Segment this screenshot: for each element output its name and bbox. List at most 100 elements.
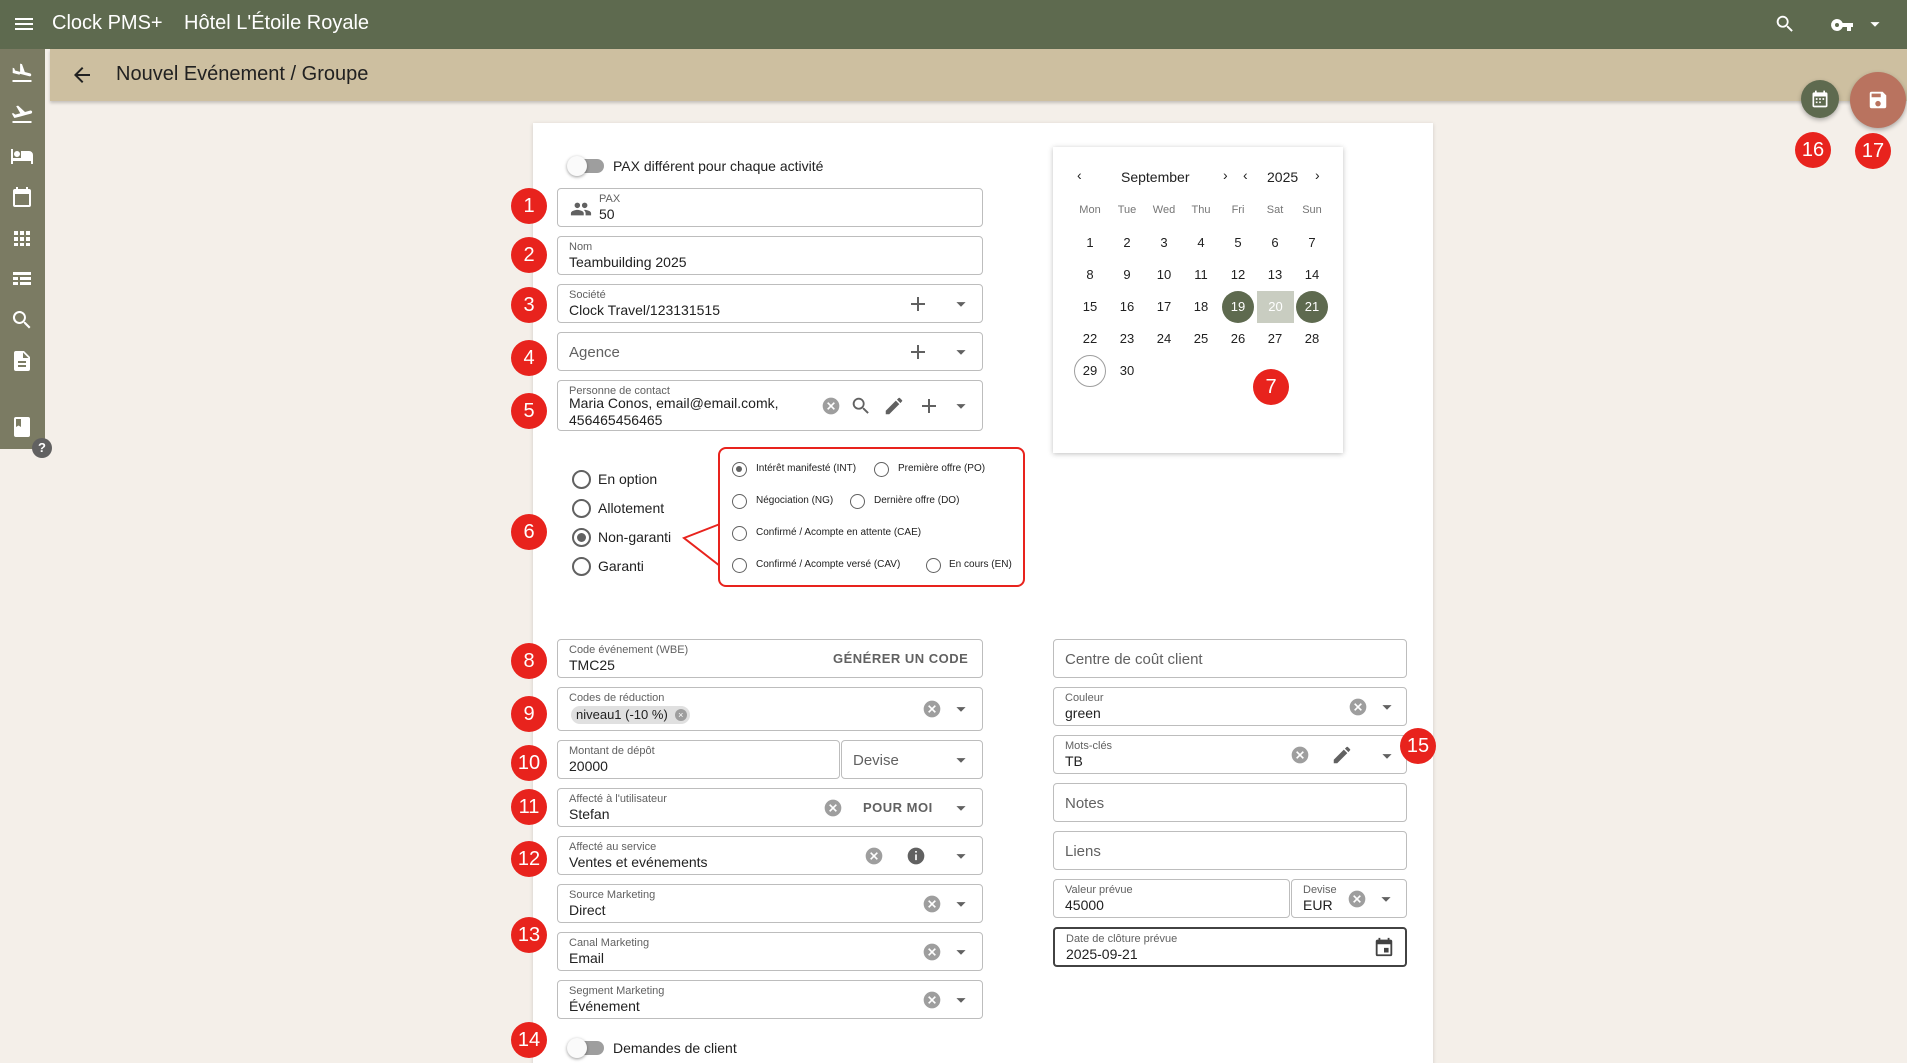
- pax-field[interactable]: PAX 50: [557, 188, 983, 227]
- sub-status-radio[interactable]: [732, 494, 747, 509]
- calendar-day[interactable]: 1: [1074, 227, 1106, 259]
- help-icon[interactable]: ?: [32, 438, 52, 458]
- key-icon[interactable]: [1830, 13, 1854, 42]
- add-icon[interactable]: [906, 340, 930, 364]
- devise-valeur-select[interactable]: Devise EUR: [1291, 879, 1407, 918]
- calendar-day[interactable]: 29: [1074, 355, 1106, 387]
- save-button[interactable]: [1850, 72, 1906, 128]
- search-icon[interactable]: [10, 308, 34, 332]
- calendar-day[interactable]: 25: [1185, 323, 1217, 355]
- generate-code-button[interactable]: GÉNÉRER UN CODE: [833, 651, 968, 666]
- search-icon[interactable]: [1774, 13, 1796, 40]
- source-marketing-field[interactable]: Source Marketing Direct: [557, 884, 983, 923]
- document-icon[interactable]: [10, 349, 34, 373]
- calendar-day[interactable]: 30: [1111, 355, 1143, 387]
- flight-takeoff-icon[interactable]: [10, 102, 34, 126]
- date-cloture-field[interactable]: Date de clôture prévue 2025-09-21: [1053, 927, 1407, 967]
- bed-icon[interactable]: [10, 144, 34, 168]
- menu-icon[interactable]: [12, 12, 36, 41]
- chevron-down-icon[interactable]: [950, 893, 972, 915]
- add-icon[interactable]: [906, 292, 930, 316]
- search-icon[interactable]: [850, 395, 872, 417]
- contact-field[interactable]: Personne de contact Maria Conos, email@e…: [557, 380, 983, 431]
- flight-land-icon[interactable]: [10, 61, 34, 85]
- calendar-day[interactable]: 16: [1111, 291, 1143, 323]
- liens-field[interactable]: Liens: [1053, 831, 1407, 870]
- calendar-icon[interactable]: [10, 185, 34, 209]
- chevron-down-icon[interactable]: [1375, 888, 1397, 910]
- discount-chip[interactable]: niveau1 (-10 %) ×: [571, 706, 690, 724]
- table-icon[interactable]: [10, 267, 34, 291]
- calendar-day[interactable]: 9: [1111, 259, 1143, 291]
- pour-moi-button[interactable]: POUR MOI: [863, 800, 933, 815]
- chevron-left-icon[interactable]: ‹: [1243, 167, 1248, 183]
- chevron-down-icon[interactable]: [950, 293, 972, 315]
- code-evenement-field[interactable]: Code événement (WBE) TMC25 GÉNÉRER UN CO…: [557, 639, 983, 678]
- devise-depot-select[interactable]: Devise: [841, 740, 983, 779]
- calendar-day[interactable]: 22: [1074, 323, 1106, 355]
- calendar-day[interactable]: 6: [1259, 227, 1291, 259]
- calendar-day[interactable]: 19: [1222, 291, 1254, 323]
- chevron-down-icon[interactable]: [950, 395, 972, 417]
- clear-icon[interactable]: [922, 894, 942, 914]
- chevron-right-icon[interactable]: ›: [1223, 167, 1228, 183]
- calendar-day[interactable]: 10: [1148, 259, 1180, 291]
- sub-status-radio[interactable]: [732, 462, 747, 477]
- mots-cles-field[interactable]: Mots-clés TB: [1053, 735, 1407, 774]
- sub-status-radio[interactable]: [850, 494, 865, 509]
- affecte-utilisateur-field[interactable]: Affecté à l'utilisateur Stefan POUR MOI: [557, 788, 983, 827]
- calendar-day[interactable]: 28: [1296, 323, 1328, 355]
- calendar-day[interactable]: 13: [1259, 259, 1291, 291]
- notes-field[interactable]: Notes: [1053, 783, 1407, 822]
- pax-toggle[interactable]: [567, 156, 604, 176]
- calendar-day[interactable]: 8: [1074, 259, 1106, 291]
- affecte-service-field[interactable]: Affecté au service Ventes et evénements: [557, 836, 983, 875]
- chevron-down-icon[interactable]: [950, 941, 972, 963]
- calendar-day[interactable]: 4: [1185, 227, 1217, 259]
- calendar-day[interactable]: 2: [1111, 227, 1143, 259]
- agence-field[interactable]: Agence: [557, 332, 983, 371]
- valeur-prevue-field[interactable]: Valeur prévue 45000: [1053, 879, 1290, 918]
- calendar-day[interactable]: 7: [1296, 227, 1328, 259]
- calendar-icon[interactable]: [1373, 936, 1395, 958]
- clear-icon[interactable]: [823, 798, 843, 818]
- edit-icon[interactable]: [883, 395, 905, 417]
- calendar-button[interactable]: [1801, 80, 1839, 118]
- montant-depot-field[interactable]: Montant de dépôt 20000: [557, 740, 840, 779]
- calendar-day[interactable]: 15: [1074, 291, 1106, 323]
- clear-icon[interactable]: [922, 942, 942, 962]
- edit-icon[interactable]: [1331, 744, 1353, 766]
- clear-icon[interactable]: [1348, 697, 1368, 717]
- demandes-toggle[interactable]: [567, 1038, 604, 1058]
- calendar-month[interactable]: September: [1121, 169, 1189, 185]
- calendar-day[interactable]: 12: [1222, 259, 1254, 291]
- book-icon[interactable]: [10, 415, 34, 439]
- calendar-day[interactable]: 11: [1185, 259, 1217, 291]
- chevron-down-icon[interactable]: [950, 749, 972, 771]
- clear-icon[interactable]: [922, 990, 942, 1010]
- sub-status-radio[interactable]: [732, 558, 747, 573]
- calendar-day[interactable]: 27: [1259, 323, 1291, 355]
- couleur-field[interactable]: Couleur green: [1053, 687, 1407, 726]
- radio-garanti[interactable]: [572, 557, 591, 576]
- calendar-day[interactable]: 18: [1185, 291, 1217, 323]
- chevron-down-icon[interactable]: [950, 698, 972, 720]
- societe-field[interactable]: Société Clock Travel/123131515: [557, 284, 983, 323]
- chevron-down-icon[interactable]: [950, 845, 972, 867]
- sub-status-radio[interactable]: [732, 526, 747, 541]
- calendar-year[interactable]: 2025: [1267, 169, 1298, 185]
- radio-non-garanti[interactable]: [572, 528, 591, 547]
- centre-cout-field[interactable]: Centre de coût client: [1053, 639, 1407, 678]
- canal-marketing-field[interactable]: Canal Marketing Email: [557, 932, 983, 971]
- close-icon[interactable]: ×: [674, 709, 687, 721]
- chevron-down-icon[interactable]: [950, 797, 972, 819]
- chevron-left-icon[interactable]: ‹: [1077, 167, 1082, 183]
- nom-field[interactable]: Nom Teambuilding 2025: [557, 236, 983, 275]
- calendar-day[interactable]: 21: [1296, 291, 1328, 323]
- clear-icon[interactable]: [1290, 745, 1310, 765]
- codes-reduction-field[interactable]: Codes de réduction niveau1 (-10 %) ×: [557, 687, 983, 731]
- clear-icon[interactable]: [821, 396, 841, 416]
- chevron-down-icon[interactable]: [1864, 13, 1886, 40]
- calendar-day[interactable]: 17: [1148, 291, 1180, 323]
- clear-icon[interactable]: [1347, 889, 1367, 909]
